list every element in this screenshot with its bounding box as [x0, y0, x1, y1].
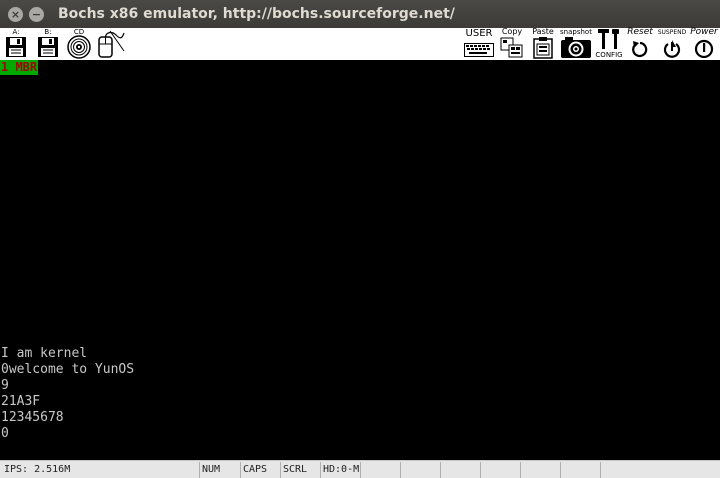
- floppy-b-button[interactable]: B:: [35, 28, 61, 60]
- window-titlebar: × − Bochs x86 emulator, http://bochs.sou…: [0, 0, 720, 28]
- mbr-marker: 1 MBR: [0, 60, 39, 75]
- power-button[interactable]: Power: [688, 28, 720, 60]
- status-slot: [440, 462, 480, 478]
- config-tools-icon: [598, 29, 619, 49]
- user-label: USER: [465, 28, 493, 39]
- floppy-disk-icon: [38, 37, 58, 57]
- copy-button[interactable]: Copy: [498, 28, 526, 60]
- console-line: I am kernel: [1, 346, 88, 361]
- console-line: 0welcome to YunOS: [1, 362, 135, 377]
- config-label: CONFIG: [595, 51, 623, 59]
- mouse-icon: [98, 30, 125, 58]
- hard-disk-indicator: HD:0-M: [320, 462, 360, 478]
- copy-icon: [500, 37, 523, 58]
- reset-icon: [632, 41, 648, 58]
- close-icon: ×: [10, 7, 21, 21]
- window-title: Bochs x86 emulator, http://bochs.sourcef…: [58, 6, 455, 22]
- mouse-toggle-button[interactable]: [96, 28, 126, 60]
- user-button[interactable]: USER: [462, 28, 496, 60]
- ips-indicator: IPS: 2.516M: [4, 464, 71, 475]
- reset-button[interactable]: Reset: [624, 28, 656, 60]
- bochs-toolbar: A: B: CD USER Copy Paste snapshot CONFIG…: [0, 28, 720, 60]
- status-slot: [560, 462, 600, 478]
- copy-label: Copy: [501, 27, 523, 36]
- minimize-window-button[interactable]: −: [29, 6, 44, 22]
- status-slot: [480, 462, 520, 478]
- power-label: Power: [690, 27, 718, 37]
- cdrom-icon: [67, 35, 91, 59]
- cdrom-button[interactable]: CD: [66, 28, 92, 60]
- camera-icon: [561, 37, 591, 58]
- status-slot: [520, 462, 560, 478]
- close-window-button[interactable]: ×: [8, 6, 23, 22]
- paste-label: Paste: [532, 27, 554, 36]
- snapshot-button[interactable]: snapshot: [558, 28, 594, 60]
- status-bar: IPS: 2.516M NUM CAPS SCRL HD:0-M: [0, 460, 720, 478]
- paste-button[interactable]: Paste: [530, 28, 556, 60]
- floppy-b-label: B:: [44, 28, 52, 36]
- power-icon: [694, 39, 714, 59]
- config-button[interactable]: CONFIG: [594, 28, 624, 60]
- scroll-lock-indicator: SCRL: [280, 462, 320, 478]
- clipboard-icon: [533, 37, 553, 59]
- floppy-a-label: A:: [12, 28, 20, 36]
- keyboard-icon: [464, 43, 494, 57]
- status-slot: [400, 462, 440, 478]
- status-slot: [600, 462, 720, 478]
- console-line: 12345678: [1, 410, 64, 425]
- reset-label: Reset: [627, 27, 653, 37]
- caps-lock-indicator: CAPS: [240, 462, 280, 478]
- minimize-icon: −: [31, 7, 42, 21]
- suspend-icon: [663, 40, 681, 58]
- console-line: 21A3F: [1, 394, 41, 409]
- floppy-a-button[interactable]: A:: [3, 28, 29, 60]
- status-slot: [360, 462, 400, 478]
- floppy-disk-icon: [6, 37, 26, 57]
- suspend-button[interactable]: SUSPEND: [656, 28, 688, 60]
- suspend-label: SUSPEND: [657, 29, 687, 36]
- emulator-screen[interactable]: 1 MBR I am kernel 0welcome to YunOS 9 21…: [0, 60, 720, 460]
- num-lock-indicator: NUM: [199, 462, 240, 478]
- console-line: 0: [1, 426, 9, 441]
- console-line: 9: [1, 378, 9, 393]
